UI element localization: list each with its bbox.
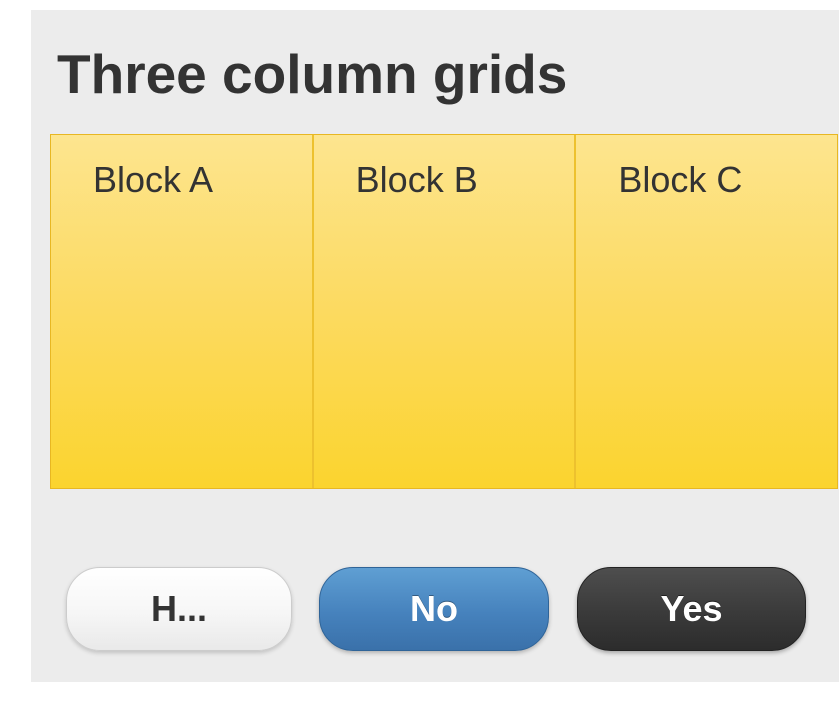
no-button[interactable]: No (319, 567, 549, 651)
yes-button-label: Yes (660, 588, 723, 629)
h-button[interactable]: H... (66, 567, 292, 651)
no-button-label: No (410, 588, 458, 629)
grid-block-b: Block B (314, 135, 577, 488)
block-b-label: Block B (355, 159, 478, 200)
block-c-label: Block C (618, 159, 743, 200)
grid-block-c: Block C (576, 135, 837, 488)
h-button-label: H... (150, 588, 207, 629)
page-title: Three column grids (57, 43, 568, 105)
block-a-label: Block A (93, 159, 214, 200)
three-column-grid: Block A Block B Block C (50, 134, 838, 489)
page-container: Three column grids Block A Block B Block… (31, 10, 839, 682)
yes-button[interactable]: Yes (577, 567, 806, 651)
grid-block-a: Block A (51, 135, 314, 488)
